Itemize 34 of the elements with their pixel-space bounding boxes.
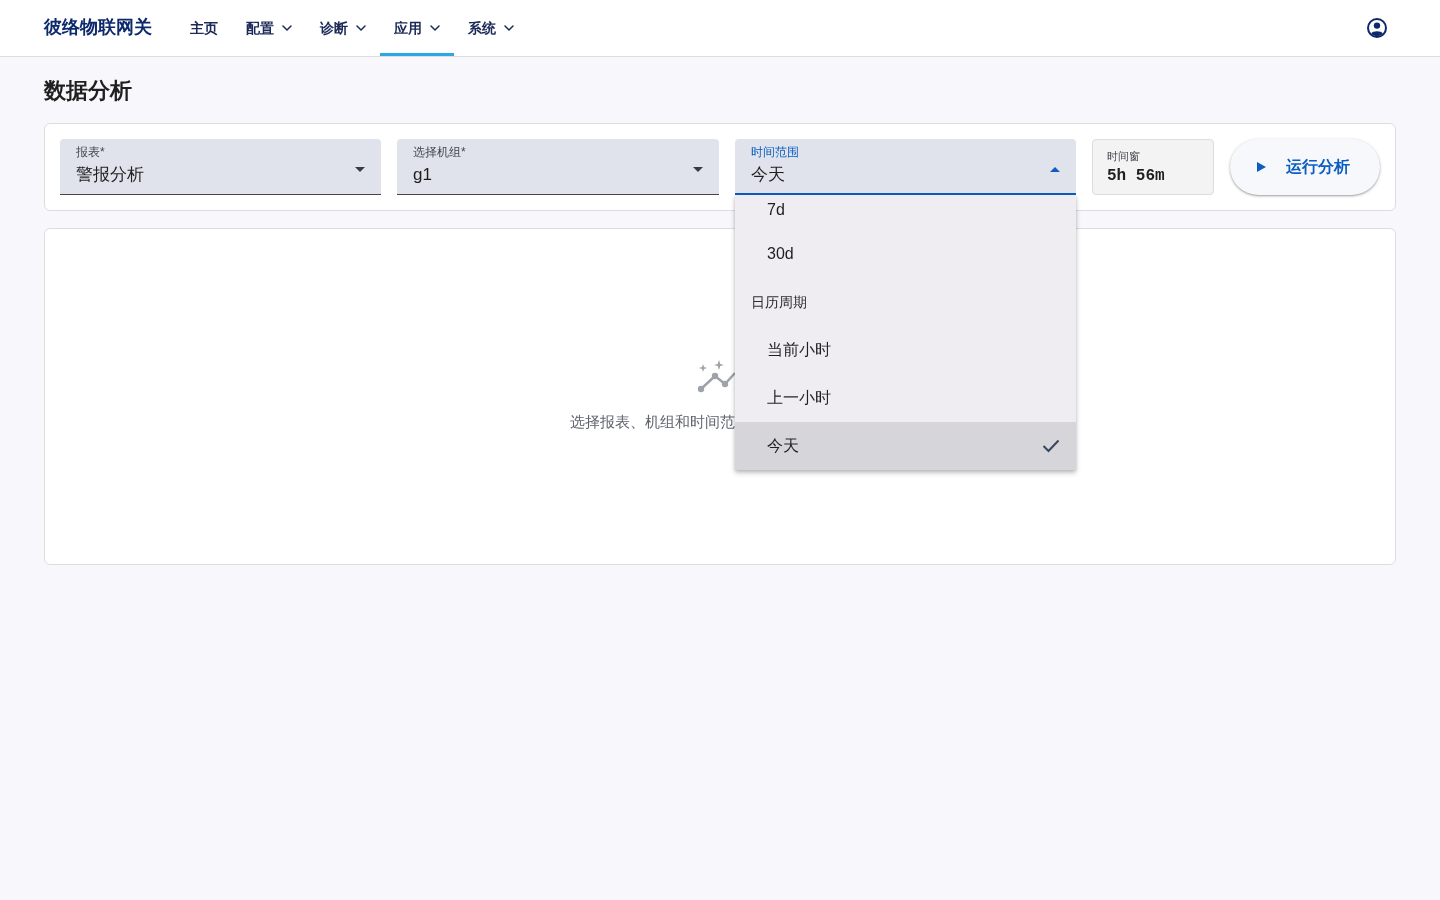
- check-icon: [1042, 439, 1060, 453]
- menu-option[interactable]: 今天: [735, 422, 1076, 470]
- page-title: 数据分析: [44, 77, 132, 105]
- field-label: 选择机组*: [413, 145, 466, 159]
- select-field[interactable]: 报表* 警报分析: [60, 139, 381, 195]
- nav-menu-item[interactable]: 系统: [454, 0, 528, 56]
- account-button[interactable]: [1367, 18, 1387, 38]
- nav-menu-item[interactable]: 主页: [176, 0, 232, 56]
- select-field[interactable]: 时间范围 今天: [735, 139, 1076, 195]
- caret-down-icon: [355, 167, 365, 172]
- field-label: 报表*: [76, 145, 105, 159]
- field-label: 时间窗: [1107, 148, 1140, 163]
- play-icon: [1257, 162, 1266, 172]
- caret-down-icon: [693, 167, 703, 172]
- field-value: 今天: [751, 164, 785, 186]
- run-analysis-button[interactable]: 运行分析: [1230, 139, 1380, 195]
- caret-up-icon: [1050, 167, 1060, 172]
- field-value: g1: [413, 164, 432, 186]
- nav-menu-item[interactable]: 诊断: [306, 0, 380, 56]
- menu-option[interactable]: 上一小时: [735, 374, 1076, 422]
- field-label: 时间范围: [751, 145, 799, 159]
- menu-option[interactable]: 30d: [735, 230, 1076, 278]
- brand-title: 彼络物联网关: [44, 17, 152, 39]
- field-value: 5h 56m: [1107, 165, 1165, 186]
- field-value: 警报分析: [76, 164, 144, 186]
- menu-option[interactable]: 7d: [735, 195, 1076, 230]
- nav-menu-item[interactable]: 应用: [380, 0, 454, 56]
- select-field[interactable]: 选择机组* g1: [397, 139, 719, 195]
- user-circle-icon: [1367, 18, 1387, 38]
- nav-menu-item[interactable]: 配置: [232, 0, 306, 56]
- chart-sparkle-icon: [697, 359, 735, 393]
- menu-group-header: 日历周期: [750, 292, 808, 312]
- menu-option[interactable]: 当前小时: [735, 326, 1076, 374]
- empty-state-message: 选择报表、机组和时间范: [570, 411, 735, 432]
